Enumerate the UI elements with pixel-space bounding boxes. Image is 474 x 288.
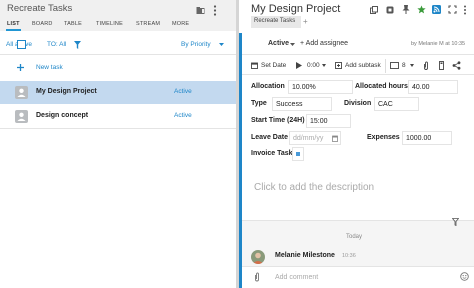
task-status: Active — [174, 88, 192, 95]
add-folder-button[interactable]: + — [303, 17, 308, 26]
view-tabs: LIST BOARD TABLE TIMELINE STREAM MORE — [0, 19, 236, 31]
task-title[interactable]: My Design Project — [251, 3, 340, 15]
task-list-panel: Recreate Tasks LIST BOARD TABLE TIMELINE… — [0, 0, 236, 288]
filter-icon[interactable] — [74, 41, 81, 49]
division-field[interactable]: CAC — [374, 97, 419, 111]
folder-tag[interactable]: Recreate Tasks — [251, 16, 301, 28]
tab-timeline[interactable]: TIMELINE — [96, 21, 123, 27]
chevron-down-icon[interactable] — [322, 64, 326, 67]
chevron-down-icon[interactable] — [410, 64, 414, 67]
allocation-label: Allocation — [251, 83, 285, 90]
division-label: Division — [344, 100, 372, 107]
more-menu-icon[interactable] — [213, 5, 217, 16]
allocation-value: 10.00% — [292, 84, 316, 91]
folder-title: Recreate Tasks — [7, 3, 73, 14]
comment-bar: Add comment — [239, 266, 474, 288]
status-bar: Active + Add assignee by Melanie M at 10… — [239, 33, 474, 55]
tab-list[interactable]: LIST — [7, 21, 20, 27]
filter-divider — [0, 54, 236, 55]
allocated-hours-value: 40.00 — [412, 84, 430, 91]
comment-input[interactable]: Add comment — [275, 274, 318, 281]
list-header: Recreate Tasks LIST BOARD TABLE TIMELINE… — [0, 0, 236, 31]
allocated-hours-label: Allocated hours — [355, 83, 408, 90]
more-menu-icon[interactable] — [463, 5, 467, 15]
tab-more[interactable]: MORE — [172, 21, 189, 27]
invoice-tasks-label: Invoice Tasks — [251, 150, 297, 157]
assignee-filter[interactable]: TO: All — [47, 41, 66, 48]
expand-icon[interactable] — [448, 5, 457, 14]
chevron-down-icon[interactable] — [219, 43, 224, 46]
pin-icon[interactable] — [402, 5, 410, 14]
tag-icon[interactable] — [439, 61, 444, 70]
emoji-icon[interactable] — [460, 272, 469, 281]
type-label: Type — [251, 100, 267, 107]
author-stamp: by Melanie M at 10:35 — [411, 41, 466, 47]
tab-stream[interactable]: STREAM — [136, 21, 160, 27]
invoice-tasks-checkbox — [296, 152, 300, 156]
expenses-field[interactable]: 1000.00 — [402, 131, 452, 145]
leave-date-placeholder: dd/mm/yy — [293, 135, 324, 142]
complete-checkbox[interactable] — [17, 40, 26, 49]
type-value: Success — [276, 101, 303, 108]
avatar — [15, 110, 28, 123]
start-time-label: Start Time (24H) — [251, 117, 305, 124]
set-date-button[interactable]: Set Date — [261, 62, 286, 69]
play-icon[interactable] — [296, 62, 302, 69]
chevron-down-icon[interactable] — [290, 43, 295, 46]
add-subtask-button[interactable]: Add subtask — [345, 62, 381, 69]
start-time-field[interactable]: 15:00 — [306, 114, 351, 128]
attach-icon[interactable] — [423, 61, 429, 70]
link-icon[interactable] — [386, 6, 394, 14]
new-task-button[interactable]: New task — [0, 58, 236, 78]
task-toolbar: Set Date 0:00 Add subtask 8 — [239, 57, 474, 75]
start-time-value: 15:00 — [310, 118, 328, 125]
calendar-icon — [251, 62, 258, 69]
activity-user: Melanie Milestone — [275, 252, 335, 259]
timer-value[interactable]: 0:00 — [307, 62, 320, 69]
add-assignee-button[interactable]: + Add assignee — [300, 40, 348, 47]
allocated-hours-field[interactable]: 40.00 — [408, 80, 458, 94]
toolbar-divider — [385, 59, 386, 73]
new-task-label: New task — [36, 64, 63, 71]
leave-date-field[interactable]: dd/mm/yy — [289, 131, 341, 145]
calendar-icon[interactable] — [332, 135, 338, 142]
tab-board[interactable]: BOARD — [32, 21, 53, 27]
tab-table[interactable]: TABLE — [64, 21, 82, 27]
star-icon[interactable] — [417, 5, 426, 14]
active-tab-indicator — [6, 29, 21, 31]
task-name: My Design Project — [36, 88, 97, 95]
task-status: Active — [174, 112, 192, 119]
description-placeholder[interactable]: Click to add the description — [254, 182, 374, 193]
copy-icon[interactable] — [370, 6, 378, 14]
expenses-label: Expenses — [367, 134, 400, 141]
plus-icon — [17, 64, 24, 71]
invoice-tasks-field[interactable] — [292, 147, 304, 161]
leave-date-label: Leave Date — [251, 134, 288, 141]
subtask-icon — [335, 62, 342, 69]
rss-icon[interactable] — [432, 5, 441, 14]
folder-view-icon[interactable] — [196, 6, 205, 15]
row-divider — [0, 128, 236, 129]
task-row[interactable]: Design concept Active — [0, 105, 236, 128]
avatar — [15, 86, 28, 99]
task-row-selected[interactable]: My Design Project Active — [0, 81, 236, 104]
detail-accent-bar — [239, 33, 242, 288]
layout-count[interactable]: 8 — [402, 62, 406, 69]
task-name: Design concept — [36, 112, 89, 119]
task-detail-panel: My Design Project Recreate Tasks + Activ… — [239, 0, 474, 288]
layout-icon — [390, 62, 399, 69]
expenses-value: 1000.00 — [406, 135, 432, 142]
filter-bar: All active TO: All By Priority — [0, 36, 236, 54]
avatar — [251, 250, 265, 264]
share-icon[interactable] — [452, 61, 461, 70]
type-field[interactable]: Success — [272, 97, 332, 111]
activity-time: 10:36 — [342, 253, 356, 259]
allocation-field[interactable]: 10.00% — [288, 80, 353, 94]
day-separator: Today — [346, 234, 363, 240]
sort-dropdown[interactable]: By Priority — [181, 41, 211, 48]
division-value: CAC — [378, 101, 393, 108]
status-dropdown[interactable]: Active — [268, 40, 289, 47]
attach-icon[interactable] — [254, 272, 260, 282]
filter-icon[interactable] — [452, 218, 459, 226]
